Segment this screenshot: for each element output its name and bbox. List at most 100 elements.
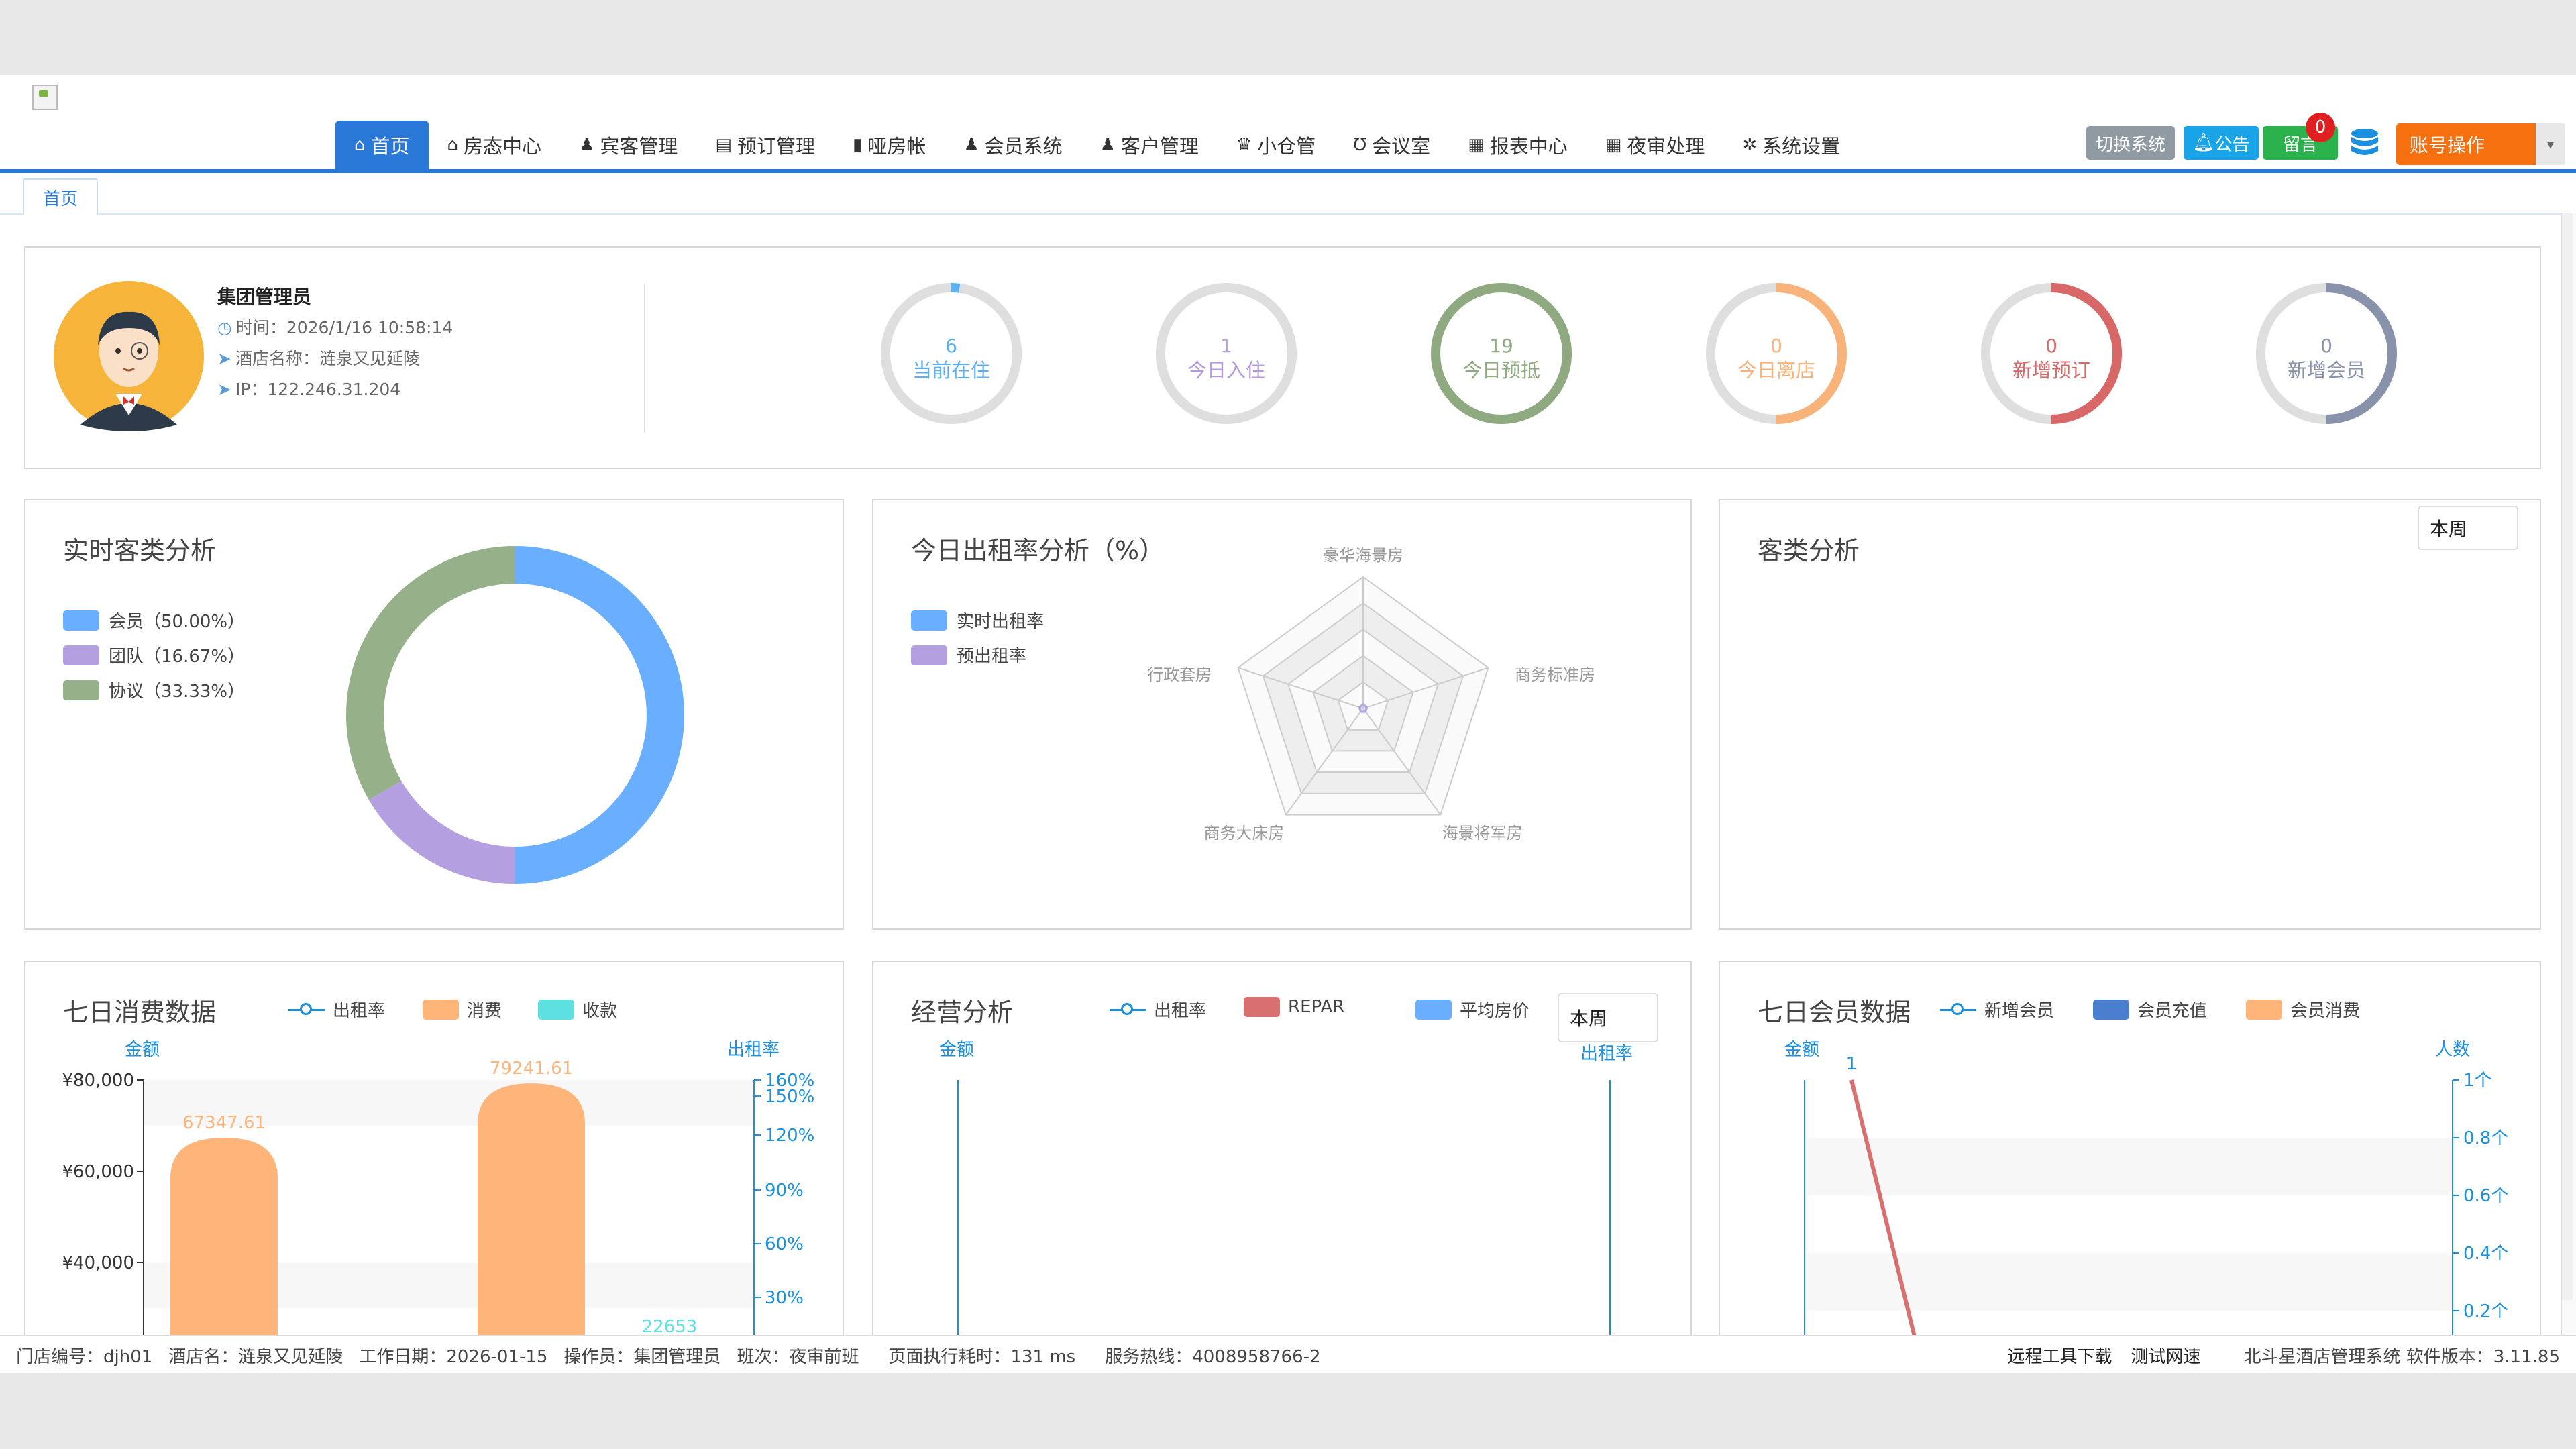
vertical-scrollbar[interactable] xyxy=(2561,213,2576,1335)
nav-item-5[interactable]: ♟ 会员系统 xyxy=(945,121,1081,169)
stat-circle[interactable]: 0 新增预订 xyxy=(1978,280,2125,427)
point-data-label: 1 xyxy=(1846,1054,1858,1074)
clock-icon: ◷ xyxy=(217,318,232,337)
stat-value: 19 xyxy=(1489,335,1513,357)
ip-address: ➤ IP：122.246.31.204 xyxy=(217,380,401,399)
legend-label: 协议（33.33%） xyxy=(109,682,246,702)
nav-item-3[interactable]: ▤ 预订管理 xyxy=(696,121,834,169)
exec-time: 页面执行耗时：131 ms xyxy=(888,1347,1076,1367)
stat-circle[interactable]: 0 今日离店 xyxy=(1703,280,1850,427)
store-code: 门店编号：djh01 xyxy=(16,1347,153,1367)
account-menu-button[interactable]: 账号操作 ▾ xyxy=(2396,123,2565,165)
file-icon: ▮ xyxy=(852,135,863,155)
nav-item-8[interactable]: Ʊ 会议室 xyxy=(1334,121,1449,169)
profile-panel: 集团管理员 ◷ 时间：2026/1/16 10:58:14 ➤ 酒店名称：涟泉又见延… xyxy=(24,246,2541,469)
nav-label: 夜审处理 xyxy=(1627,135,1705,158)
legend-swatch xyxy=(911,610,947,631)
stat-label: 新增会员 xyxy=(2287,359,2365,382)
software-version: 北斗星酒店管理系统 软件版本：3.11.85 xyxy=(2243,1347,2560,1367)
remote-tool-link[interactable]: 远程工具下载 xyxy=(2007,1343,2112,1368)
grid-band xyxy=(1805,1195,2453,1253)
business-analysis-chart xyxy=(957,1080,1611,1373)
stat-label: 今日入住 xyxy=(1187,359,1265,382)
main-nav: ⌂ 首页 ⌂ 房态中心 ♟ 宾客管理 ▤ 预订管理 ▮ 哑房帐 ♟ 会员系统 ♟ 客户管理 ♛ 小仓管 Ʊ 会议室… xyxy=(335,121,1859,169)
speed-test-link[interactable]: 测试网速 xyxy=(2131,1343,2200,1368)
donut-slice[interactable] xyxy=(515,546,684,884)
nav-label: 会员系统 xyxy=(984,135,1063,158)
stat-label: 今日离店 xyxy=(1737,359,1815,382)
legend-swatch xyxy=(63,610,99,631)
notice-button[interactable]: 🔔︎ 公告 xyxy=(2184,126,2259,160)
user-icon: ♟ xyxy=(1099,135,1116,155)
account-label: 账号操作 xyxy=(2410,134,2485,156)
nav-item-2[interactable]: ♟ 宾客管理 xyxy=(560,121,696,169)
nav-item-11[interactable]: ✲ 系统设置 xyxy=(1723,121,1859,169)
legend-item[interactable]: 协议（33.33%） xyxy=(63,678,245,702)
donut-slice[interactable] xyxy=(368,780,515,884)
nav-item-0[interactable]: ⌂ 首页 xyxy=(335,121,429,169)
status-hotel-name: 酒店名：涟泉又见延陵 xyxy=(168,1347,343,1367)
nav-label: 预订管理 xyxy=(737,135,815,158)
legend-swatch xyxy=(911,645,947,665)
seven-day-member-chart: 1个 0.8个 0.6个 0.4个 0.2个 1 xyxy=(1804,1054,2508,1373)
business-analysis-panel: 经营分析 出租率 REPAR 平均房价 本周 金额 出租率 xyxy=(872,961,1692,1373)
user-name: 集团管理员 xyxy=(217,286,312,308)
nav-label: 房态中心 xyxy=(464,135,542,158)
legend-item[interactable]: 团队（16.67%） xyxy=(63,643,245,667)
nav-item-9[interactable]: ▦ 报表中心 xyxy=(1449,121,1587,169)
stat-label: 新增预订 xyxy=(2012,359,2090,382)
period-select[interactable]: 本周 xyxy=(2418,506,2518,550)
nav-item-7[interactable]: ♛ 小仓管 xyxy=(1218,121,1334,169)
radar-indicator-label: 海景将军房 xyxy=(1442,824,1523,843)
stat-circle[interactable]: 19 今日预抵 xyxy=(1428,280,1575,427)
tab-home[interactable]: 首页 xyxy=(23,178,99,215)
app-window: ⌂ 首页 ⌂ 房态中心 ♟ 宾客管理 ▤ 预订管理 ▮ 哑房帐 ♟ 会员系统 ♟ 客户管理 ♛ 小仓管 Ʊ 会议室… xyxy=(0,75,2576,1373)
seven-day-member-panel: 七日会员数据 新增会员 会员充值 会员消费 金额 人数 1个 0.8个 0.6个 0.4个… xyxy=(1719,961,2541,1373)
donut-slice[interactable] xyxy=(345,546,515,800)
bar[interactable] xyxy=(478,1083,585,1373)
y-right-tick-label: 0.6个 xyxy=(2463,1186,2508,1206)
user-icon: ♟ xyxy=(963,135,979,155)
magnet-icon: Ʊ xyxy=(1353,135,1367,155)
guest-type-panel: 客类分析 本周 xyxy=(1719,499,2541,930)
stat-circle[interactable]: 0 新增会员 xyxy=(2253,280,2400,427)
stat-label: 当前在住 xyxy=(912,359,990,382)
stat-value: 1 xyxy=(1220,335,1232,357)
y-right-tick-label: 60% xyxy=(765,1234,804,1254)
stat-value: 0 xyxy=(1770,335,1782,357)
bar-data-label: 67347.61 xyxy=(182,1113,266,1133)
y-tick-label: ¥40,000 xyxy=(62,1253,134,1273)
stat-circle[interactable]: 1 今日入住 xyxy=(1152,280,1300,427)
nav-label: 首页 xyxy=(370,135,410,158)
legend-item[interactable]: 实时出租率 xyxy=(911,608,1044,633)
switch-system-button[interactable]: 切换系统 xyxy=(2086,126,2175,160)
y-tick-label: ¥80,000 xyxy=(62,1071,134,1091)
y-right-tick-label: 0.4个 xyxy=(2463,1244,2508,1264)
message-count-badge: 0 xyxy=(2306,113,2335,142)
bar-data-label: 79241.61 xyxy=(490,1059,573,1079)
chevron-down-icon[interactable]: ▾ xyxy=(2536,123,2565,165)
nav-label: 报表中心 xyxy=(1489,135,1568,158)
legend-item[interactable]: 预出租率 xyxy=(911,643,1026,667)
grid-band xyxy=(1805,1138,2453,1195)
y-right-tick-label: 90% xyxy=(765,1181,804,1201)
y-right-tick-label: 1个 xyxy=(2463,1071,2492,1091)
divider xyxy=(644,284,645,433)
stat-circle[interactable]: 6 当前在住 xyxy=(877,280,1025,427)
user-icon: ♟ xyxy=(579,135,595,155)
status-bar: 门店编号：djh01 酒店名：涟泉又见延陵 工作日期：2026-01-15 操作… xyxy=(0,1335,2576,1373)
table-icon: ▦ xyxy=(1605,135,1622,155)
scrollbar-thumb[interactable] xyxy=(2562,213,2573,1300)
guest-type-realtime-panel: 实时客类分析 会员（50.00%） 团队（16.67%） 协议（33.33%） xyxy=(24,499,844,930)
nav-item-4[interactable]: ▮ 哑房帐 xyxy=(834,121,945,169)
nav-item-10[interactable]: ▦ 夜审处理 xyxy=(1587,121,1724,169)
legend-item[interactable]: 会员（50.00%） xyxy=(63,608,245,633)
login-time: ◷ 时间：2026/1/16 10:58:14 xyxy=(217,318,453,337)
nav-label: 哑房帐 xyxy=(867,135,926,158)
bar-data-label: 22653 xyxy=(642,1317,698,1337)
database-icon[interactable] xyxy=(2349,127,2380,160)
avatar xyxy=(54,281,204,431)
nav-item-6[interactable]: ♟ 客户管理 xyxy=(1081,121,1218,169)
nav-item-1[interactable]: ⌂ 房态中心 xyxy=(429,121,561,169)
panel-title: 客类分析 xyxy=(1758,536,1860,566)
